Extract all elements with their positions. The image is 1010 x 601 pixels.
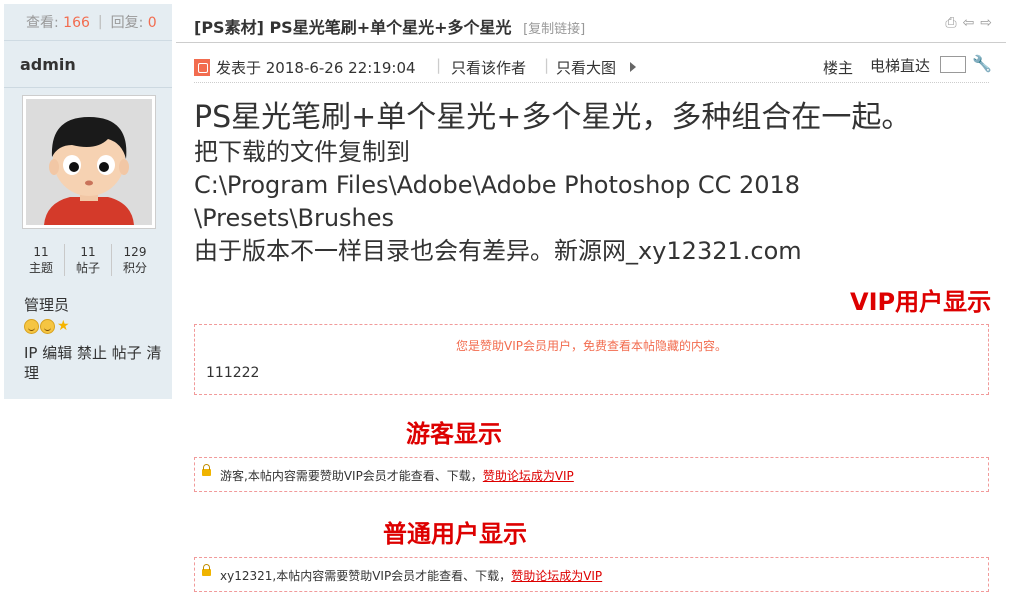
thread-title-bar: [PS素材] PS星光笔刷+单个星光+多个星光 [复制链接] ⎙ ⇦ ⇨ [176, 4, 1006, 43]
post-date: 发表于 2018-6-26 22:19:04 [216, 59, 416, 77]
guest-locked-box: 游客,本帖内容需要赞助VIP会员才能查看、下载，赞助论坛成为VIP [194, 457, 989, 492]
smiley-icon [40, 319, 55, 334]
lock-icon [202, 464, 211, 476]
online-status-icon [194, 59, 210, 76]
only-author-link[interactable]: 只看该作者 [451, 57, 526, 78]
vip-hidden-content: 111222 [206, 365, 260, 381]
avatar[interactable] [22, 95, 156, 229]
replies-label: 回复: [110, 15, 144, 31]
normal-user-annotation: 普通用户显示 [383, 520, 527, 548]
stat-posts-label: 帖子 [75, 261, 100, 275]
caret-right-icon [630, 62, 636, 72]
sidebar-divider [4, 87, 172, 88]
thread-stats: 查看: 166 | 回复: 0 [4, 4, 172, 41]
post-line: \Presets\Brushes [194, 204, 395, 232]
thread-title: [PS素材] PS星光笔刷+单个星光+多个星光 [复制链接] [194, 14, 585, 38]
post-heading: PS星光笔刷+单个星光+多个星光，多种组合在一起。 [194, 100, 912, 135]
rank-icons: ★ [24, 319, 70, 334]
stat-posts[interactable]: 11 帖子 [64, 244, 111, 276]
only-images-link[interactable]: 只看大图 [556, 57, 616, 78]
meta-divider: | [544, 56, 550, 74]
replies-count: 0 [147, 15, 157, 31]
user-locked-box: xy12321,本帖内容需要赞助VIP会员才能查看、下载，赞助论坛成为VIP [194, 557, 989, 592]
views-label: 查看: [26, 15, 59, 31]
admin-links[interactable]: IP 编辑 禁止 帖子 清理 [24, 343, 164, 383]
author-stats: 11 主题 11 帖子 129 积分 [18, 244, 158, 276]
prev-thread-icon[interactable]: ⇦ [963, 15, 975, 31]
stat-credits-value: 129 [123, 245, 147, 259]
elevator-input[interactable] [940, 56, 966, 73]
star-icon: ★ [57, 318, 70, 334]
lock-icon [202, 564, 211, 576]
thread-title-text: [PS素材] PS星光笔刷+单个星光+多个星光 [194, 18, 512, 37]
title-tools: ⎙ ⇦ ⇨ [945, 15, 992, 31]
meta-divider: | [436, 56, 442, 74]
post-line: C:\Program Files\Adobe\Adobe Photoshop C… [194, 171, 801, 199]
views-stat: 查看: 166 [4, 12, 90, 32]
next-thread-icon[interactable]: ⇨ [980, 15, 992, 31]
stat-topics-value: 11 [33, 245, 49, 259]
post-body: PS星光笔刷+单个星光+多个星光，多种组合在一起。 把下载的文件复制到 C:\P… [194, 99, 954, 268]
user-role[interactable]: 管理员 [24, 294, 69, 315]
avatar-image [26, 99, 152, 225]
user-vip-link[interactable]: 赞助论坛成为VIP [511, 569, 602, 583]
post-line: 由于版本不一样目录也会有差异。新源网_xy12321.com [194, 237, 802, 265]
author-name[interactable]: admin [20, 55, 76, 74]
floor-label[interactable]: 楼主 [823, 57, 853, 78]
stat-topics-label: 主题 [28, 261, 53, 275]
stat-posts-value: 11 [80, 245, 96, 259]
guest-vip-link[interactable]: 赞助论坛成为VIP [483, 469, 574, 483]
vip-hidden-content-box: 您是赞助VIP会员用户，免费查看本帖隐藏的内容。 111222 [194, 324, 989, 395]
user-locked-text: xy12321,本帖内容需要赞助VIP会员才能查看、下载， [220, 569, 512, 583]
guest-annotation: 游客显示 [406, 420, 502, 448]
copy-link-button[interactable]: [复制链接] [523, 22, 585, 37]
elevator-label: 电梯直达 [870, 57, 931, 75]
stat-credits-label: 积分 [122, 261, 147, 275]
stat-credits[interactable]: 129 积分 [111, 244, 158, 276]
vip-annotation: VIP用户显示 [850, 288, 992, 316]
stat-topics[interactable]: 11 主题 [18, 244, 64, 276]
views-count: 166 [63, 15, 90, 31]
stats-divider: | [97, 14, 103, 30]
replies-stat: 回复: 0 [111, 12, 157, 32]
wrench-icon[interactable]: 🔧 [972, 54, 992, 73]
print-icon[interactable]: ⎙ [945, 15, 956, 31]
guest-locked-message: 游客,本帖内容需要赞助VIP会员才能查看、下载，赞助论坛成为VIP [220, 467, 574, 484]
author-sidebar: admin 11 主题 11 帖子 129 积分 管理员 ★ IP 编辑 禁止 … [4, 41, 172, 399]
guest-locked-text: 游客,本帖内容需要赞助VIP会员才能查看、下载， [220, 469, 483, 483]
smiley-icon [24, 319, 39, 334]
post-line: 把下载的文件复制到 [194, 138, 410, 166]
user-locked-message: xy12321,本帖内容需要赞助VIP会员才能查看、下载，赞助论坛成为VIP [220, 567, 602, 584]
post-meta: 发表于 2018-6-26 22:19:04 | 只看该作者 | 只看大图 楼主… [194, 54, 992, 83]
vip-notice: 您是赞助VIP会员用户，免费查看本帖隐藏的内容。 [456, 339, 727, 353]
